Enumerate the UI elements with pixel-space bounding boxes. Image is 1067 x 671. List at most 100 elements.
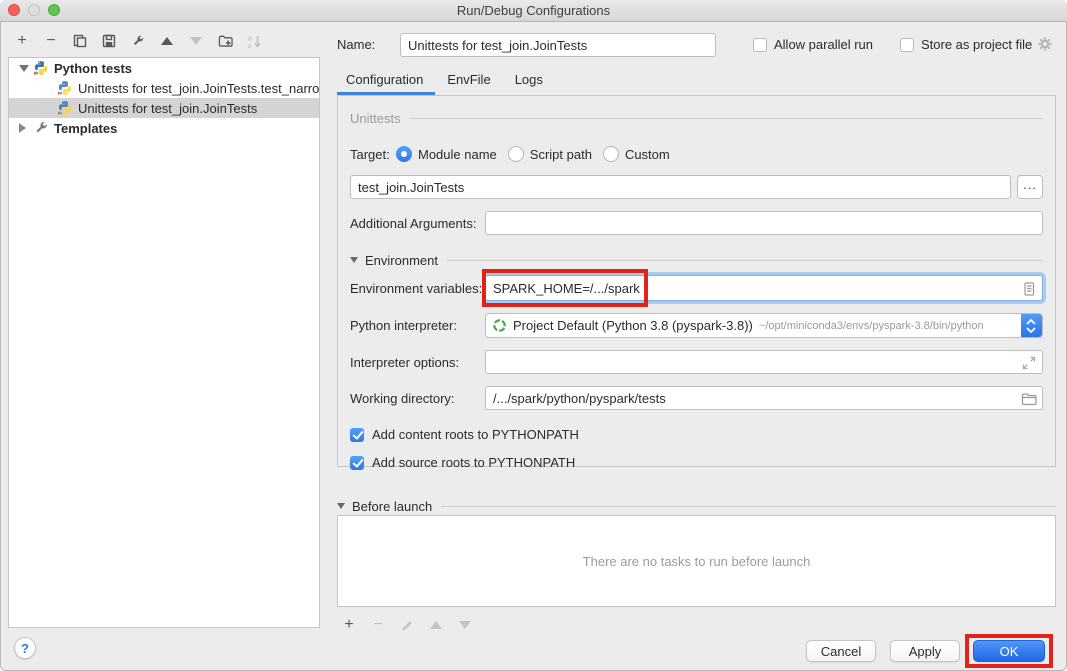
help-button[interactable]: ? bbox=[14, 637, 36, 659]
target-option-script-path[interactable]: Script path bbox=[508, 146, 592, 162]
move-down-button[interactable] bbox=[188, 33, 204, 49]
sort-configurations-button[interactable]: az bbox=[246, 33, 262, 49]
folder-icon[interactable] bbox=[1021, 391, 1037, 407]
target-option-module-name[interactable]: Module name bbox=[396, 146, 497, 162]
templates-wrench-icon bbox=[33, 120, 49, 136]
configuration-panel: Unittests Target: Module name Script pat… bbox=[337, 95, 1056, 467]
environment-variables-input[interactable]: SPARK_HOME=/.../spark bbox=[485, 275, 1043, 301]
store-as-project-file-option[interactable]: Store as project file bbox=[900, 37, 1032, 52]
before-launch-empty-text: There are no tasks to run before launch bbox=[583, 554, 811, 569]
copy-icon bbox=[73, 34, 87, 48]
store-as-project-file-checkbox[interactable] bbox=[900, 38, 914, 52]
conda-env-icon bbox=[492, 318, 507, 333]
python-interpreter-label: Python interpreter: bbox=[350, 318, 485, 333]
environment-section-label: Environment bbox=[365, 253, 438, 268]
pencil-icon bbox=[401, 619, 414, 632]
interpreter-options-label: Interpreter options: bbox=[350, 355, 485, 370]
unittests-section-header: Unittests bbox=[350, 110, 1043, 126]
tree-item-label: Unittests for test_join.JoinTests bbox=[78, 101, 257, 116]
tab-envfile[interactable]: EnvFile bbox=[435, 68, 502, 95]
content-roots-label: Add content roots to PYTHONPATH bbox=[372, 427, 579, 442]
browse-target-button[interactable]: ... bbox=[1017, 175, 1043, 199]
save-icon bbox=[102, 34, 116, 48]
tree-item-jointests-selected[interactable]: Unittests for test_join.JoinTests bbox=[9, 98, 319, 118]
expander-closed-icon[interactable] bbox=[19, 123, 29, 133]
titlebar: Run/Debug Configurations bbox=[0, 0, 1067, 22]
name-label: Name: bbox=[337, 37, 375, 52]
move-task-down-button[interactable] bbox=[457, 617, 473, 633]
create-folder-button[interactable] bbox=[217, 33, 233, 49]
sort-alpha-icon: az bbox=[247, 34, 262, 49]
chevron-up-down-icon bbox=[1024, 316, 1038, 336]
window-title: Run/Debug Configurations bbox=[0, 3, 1067, 18]
python-interpreter-value: Project Default (Python 3.8 (pyspark-3.8… bbox=[513, 318, 753, 333]
ok-button[interactable]: OK bbox=[973, 640, 1045, 662]
new-folder-icon bbox=[218, 34, 233, 48]
settings-tabs: Configuration EnvFile Logs bbox=[337, 68, 555, 95]
add-configuration-button[interactable]: + bbox=[14, 33, 30, 49]
edit-task-button[interactable] bbox=[399, 617, 415, 633]
radio-selected-icon[interactable] bbox=[396, 146, 412, 162]
working-directory-input[interactable]: /.../spark/python/pyspark/tests bbox=[485, 386, 1043, 410]
tree-item-label: Unittests for test_join.JoinTests.test_n… bbox=[78, 81, 319, 96]
source-roots-label: Add source roots to PYTHONPATH bbox=[372, 455, 575, 470]
svg-text:a: a bbox=[248, 35, 252, 42]
copy-configuration-button[interactable] bbox=[72, 33, 88, 49]
tree-group-templates[interactable]: Templates bbox=[9, 118, 319, 138]
working-directory-value: /.../spark/python/pyspark/tests bbox=[493, 391, 666, 406]
content-roots-option[interactable]: Add content roots to PYTHONPATH bbox=[350, 427, 1043, 442]
move-task-up-button[interactable] bbox=[428, 617, 444, 633]
environment-variables-value: SPARK_HOME=/.../spark bbox=[493, 281, 640, 296]
environment-variables-label: Environment variables: bbox=[350, 281, 485, 296]
additional-arguments-label: Additional Arguments: bbox=[350, 216, 485, 231]
environment-section-header[interactable]: Environment bbox=[350, 252, 1043, 268]
python-test-icon bbox=[57, 80, 73, 96]
content-roots-checkbox[interactable] bbox=[350, 428, 364, 442]
apply-button[interactable]: Apply bbox=[890, 640, 960, 662]
source-roots-option[interactable]: Add source roots to PYTHONPATH bbox=[350, 455, 1043, 470]
target-label: Target: bbox=[350, 147, 396, 162]
name-input[interactable] bbox=[400, 33, 716, 57]
python-interpreter-path: ~/opt/miniconda3/envs/pyspark-3.8/bin/py… bbox=[759, 320, 984, 332]
tree-group-python-tests[interactable]: Python tests bbox=[9, 58, 319, 78]
cancel-button[interactable]: Cancel bbox=[806, 640, 876, 662]
collapse-triangle-icon[interactable] bbox=[337, 503, 345, 509]
run-debug-configurations-dialog: Run/Debug Configurations + − az bbox=[0, 0, 1067, 671]
tab-logs[interactable]: Logs bbox=[503, 68, 555, 95]
collapse-triangle-icon[interactable] bbox=[350, 257, 358, 263]
edit-variables-icon[interactable] bbox=[1021, 281, 1037, 297]
save-configuration-button[interactable] bbox=[101, 33, 117, 49]
interpreter-options-input[interactable] bbox=[485, 350, 1043, 374]
expander-open-icon[interactable] bbox=[19, 65, 29, 72]
allow-parallel-run-checkbox[interactable] bbox=[753, 38, 767, 52]
source-roots-checkbox[interactable] bbox=[350, 456, 364, 470]
edit-templates-button[interactable] bbox=[130, 33, 146, 49]
working-directory-label: Working directory: bbox=[350, 391, 485, 406]
move-up-button[interactable] bbox=[159, 33, 175, 49]
dropdown-stepper[interactable] bbox=[1021, 314, 1042, 337]
python-interpreter-select[interactable]: Project Default (Python 3.8 (pyspark-3.8… bbox=[485, 313, 1043, 338]
radio-icon[interactable] bbox=[508, 146, 524, 162]
tab-configuration[interactable]: Configuration bbox=[337, 68, 435, 95]
target-radio-group: Module name Script path Custom bbox=[396, 146, 670, 162]
tree-group-label: Python tests bbox=[54, 61, 132, 76]
before-launch-toolbar: + − bbox=[341, 614, 473, 636]
remove-task-button[interactable]: − bbox=[370, 617, 386, 633]
before-launch-task-list: There are no tasks to run before launch bbox=[337, 515, 1056, 607]
expand-field-icon[interactable] bbox=[1021, 355, 1037, 371]
target-option-custom[interactable]: Custom bbox=[603, 146, 670, 162]
svg-text:z: z bbox=[248, 43, 252, 49]
tree-group-label: Templates bbox=[54, 121, 117, 136]
add-task-button[interactable]: + bbox=[341, 617, 357, 633]
radio-icon[interactable] bbox=[603, 146, 619, 162]
allow-parallel-run-option[interactable]: Allow parallel run bbox=[753, 37, 873, 52]
remove-configuration-button[interactable]: − bbox=[43, 33, 59, 49]
additional-arguments-input[interactable] bbox=[485, 211, 1043, 235]
store-options-gear-icon[interactable] bbox=[1037, 36, 1053, 52]
wrench-icon bbox=[131, 34, 145, 48]
unittests-section-label: Unittests bbox=[350, 111, 401, 126]
tree-item-test-narrow[interactable]: Unittests for test_join.JoinTests.test_n… bbox=[9, 78, 319, 98]
before-launch-section-header[interactable]: Before launch bbox=[337, 498, 1056, 514]
target-input[interactable] bbox=[350, 175, 1011, 199]
configurations-tree: Python tests Unittests for test_join.Joi… bbox=[8, 57, 320, 628]
